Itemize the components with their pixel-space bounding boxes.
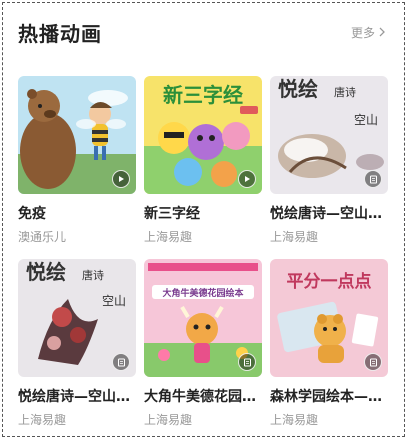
card-title: 森林学园绘本—… xyxy=(270,389,382,405)
chevron-right-icon xyxy=(379,27,385,37)
card-thumbnail[interactable]: 平分一点点 xyxy=(270,259,388,377)
animation-card[interactable]: 大角牛美德花园绘本 大角牛美德花园… 上海易趣 xyxy=(144,259,262,428)
cover-sub-text: 唐诗 xyxy=(334,85,356,99)
cover-poem-text: 空山 xyxy=(354,113,378,127)
cover-banner-text: 悦绘 xyxy=(278,77,318,101)
card-thumbnail[interactable]: 悦绘 唐诗 空山 xyxy=(18,259,136,377)
card-title: 悦绘唐诗—空山… xyxy=(270,206,382,222)
card-thumbnail[interactable]: 大角牛美德花园绘本 xyxy=(144,259,262,377)
animation-card[interactable]: 悦绘 唐诗 空山 悦绘唐诗—空山… 上海易趣 xyxy=(270,76,388,245)
animation-card[interactable]: 悦绘 唐诗 空山 悦绘唐诗—空山… 上海易趣 xyxy=(18,259,136,428)
book-icon[interactable] xyxy=(364,353,382,371)
card-publisher: 上海易趣 xyxy=(270,230,319,244)
book-icon[interactable] xyxy=(112,353,130,371)
card-title: 免疫 xyxy=(18,206,46,222)
card-thumbnail[interactable] xyxy=(18,76,136,194)
card-publisher: 澳通乐儿 xyxy=(18,230,67,244)
card-thumbnail[interactable]: 新三字经 xyxy=(144,76,262,194)
play-icon[interactable] xyxy=(112,170,130,188)
card-title: 大角牛美德花园… xyxy=(144,389,256,405)
play-icon[interactable] xyxy=(238,170,256,188)
animation-card[interactable]: 平分一点点 森林学园绘本—… 上海易趣 xyxy=(270,259,388,428)
section-header: 热播动画 更多 xyxy=(18,18,386,46)
card-publisher: 上海易趣 xyxy=(18,413,67,427)
book-icon[interactable] xyxy=(238,353,256,371)
more-label: 更多 xyxy=(350,25,375,40)
section-title: 热播动画 xyxy=(18,21,102,46)
more-link[interactable]: 更多 xyxy=(351,24,386,41)
card-title: 新三字经 xyxy=(144,206,200,222)
animation-card[interactable]: 新三字经 新三字经 上海易趣 xyxy=(144,76,262,245)
card-publisher: 上海易趣 xyxy=(144,230,193,244)
animation-grid: 免疫 澳通乐儿 新三字经 新三字经 上海易趣 悦绘 唐诗 空山 悦绘唐诗—空山…… xyxy=(18,76,388,428)
cover-poem-text: 空山 xyxy=(102,294,126,308)
cover-sub-text: 唐诗 xyxy=(82,268,104,282)
card-publisher: 上海易趣 xyxy=(270,413,319,427)
card-thumbnail[interactable]: 悦绘 唐诗 空山 xyxy=(270,76,388,194)
animation-card[interactable]: 免疫 澳通乐儿 xyxy=(18,76,136,245)
card-title: 悦绘唐诗—空山… xyxy=(18,389,130,405)
cover-banner-text: 大角牛美德花园绘本 xyxy=(162,287,244,299)
cover-banner-text: 悦绘 xyxy=(26,260,66,284)
card-publisher: 上海易趣 xyxy=(144,413,193,427)
cover-banner-text: 平分一点点 xyxy=(287,271,372,292)
book-icon[interactable] xyxy=(364,170,382,188)
cover-banner-text: 新三字经 xyxy=(163,83,243,107)
